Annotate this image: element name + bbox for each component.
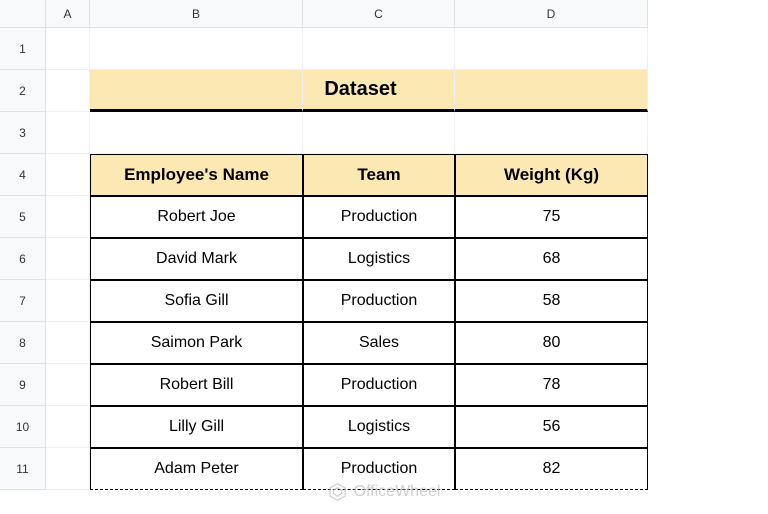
data-weight-6[interactable]: 82 xyxy=(455,448,648,490)
cell-b2-title[interactable] xyxy=(90,70,303,112)
data-team-3[interactable]: Sales xyxy=(303,322,455,364)
header-team[interactable]: Team xyxy=(303,154,455,196)
row-header-1[interactable]: 1 xyxy=(0,28,46,70)
cell-a3[interactable] xyxy=(46,112,90,154)
data-team-1[interactable]: Logistics xyxy=(303,238,455,280)
cell-c1[interactable] xyxy=(303,28,455,70)
row-header-11[interactable]: 11 xyxy=(0,448,46,490)
cell-a5[interactable] xyxy=(46,196,90,238)
data-team-4[interactable]: Production xyxy=(303,364,455,406)
col-header-d[interactable]: D xyxy=(455,0,648,28)
cell-a11[interactable] xyxy=(46,448,90,490)
col-header-a[interactable]: A xyxy=(46,0,90,28)
row-header-5[interactable]: 5 xyxy=(0,196,46,238)
row-header-2[interactable]: 2 xyxy=(0,70,46,112)
cell-a6[interactable] xyxy=(46,238,90,280)
row-header-6[interactable]: 6 xyxy=(0,238,46,280)
data-name-1[interactable]: David Mark xyxy=(90,238,303,280)
row-header-4[interactable]: 4 xyxy=(0,154,46,196)
data-weight-2[interactable]: 58 xyxy=(455,280,648,322)
data-weight-1[interactable]: 68 xyxy=(455,238,648,280)
data-name-3[interactable]: Saimon Park xyxy=(90,322,303,364)
data-team-2[interactable]: Production xyxy=(303,280,455,322)
header-name[interactable]: Employee's Name xyxy=(90,154,303,196)
col-header-c[interactable]: C xyxy=(303,0,455,28)
cell-a9[interactable] xyxy=(46,364,90,406)
row-header-8[interactable]: 8 xyxy=(0,322,46,364)
cell-b3[interactable] xyxy=(90,112,303,154)
cell-d1[interactable] xyxy=(455,28,648,70)
cell-d3[interactable] xyxy=(455,112,648,154)
cell-a4[interactable] xyxy=(46,154,90,196)
data-team-0[interactable]: Production xyxy=(303,196,455,238)
cell-a8[interactable] xyxy=(46,322,90,364)
cell-c2-title[interactable]: Dataset xyxy=(303,70,455,112)
cell-d2-title[interactable] xyxy=(455,70,648,112)
cell-a1[interactable] xyxy=(46,28,90,70)
data-weight-5[interactable]: 56 xyxy=(455,406,648,448)
row-header-10[interactable]: 10 xyxy=(0,406,46,448)
data-name-6[interactable]: Adam Peter xyxy=(90,448,303,490)
data-name-0[interactable]: Robert Joe xyxy=(90,196,303,238)
row-header-3[interactable]: 3 xyxy=(0,112,46,154)
cell-a10[interactable] xyxy=(46,406,90,448)
data-weight-3[interactable]: 80 xyxy=(455,322,648,364)
cell-a7[interactable] xyxy=(46,280,90,322)
cell-a2[interactable] xyxy=(46,70,90,112)
watermark-text: OfficeWheel xyxy=(354,483,441,501)
row-header-9[interactable]: 9 xyxy=(0,364,46,406)
data-name-4[interactable]: Robert Bill xyxy=(90,364,303,406)
data-name-5[interactable]: Lilly Gill xyxy=(90,406,303,448)
watermark: OfficeWheel xyxy=(328,482,441,502)
data-weight-4[interactable]: 78 xyxy=(455,364,648,406)
spreadsheet-grid: A B C D 1 2 Dataset 3 4 Employee's Name … xyxy=(0,0,768,490)
data-weight-0[interactable]: 75 xyxy=(455,196,648,238)
data-team-5[interactable]: Logistics xyxy=(303,406,455,448)
col-header-b[interactable]: B xyxy=(90,0,303,28)
data-name-2[interactable]: Sofia Gill xyxy=(90,280,303,322)
cell-b1[interactable] xyxy=(90,28,303,70)
officewheel-icon xyxy=(328,482,348,502)
cell-c3[interactable] xyxy=(303,112,455,154)
select-all-corner[interactable] xyxy=(0,0,46,28)
row-header-7[interactable]: 7 xyxy=(0,280,46,322)
header-weight[interactable]: Weight (Kg) xyxy=(455,154,648,196)
